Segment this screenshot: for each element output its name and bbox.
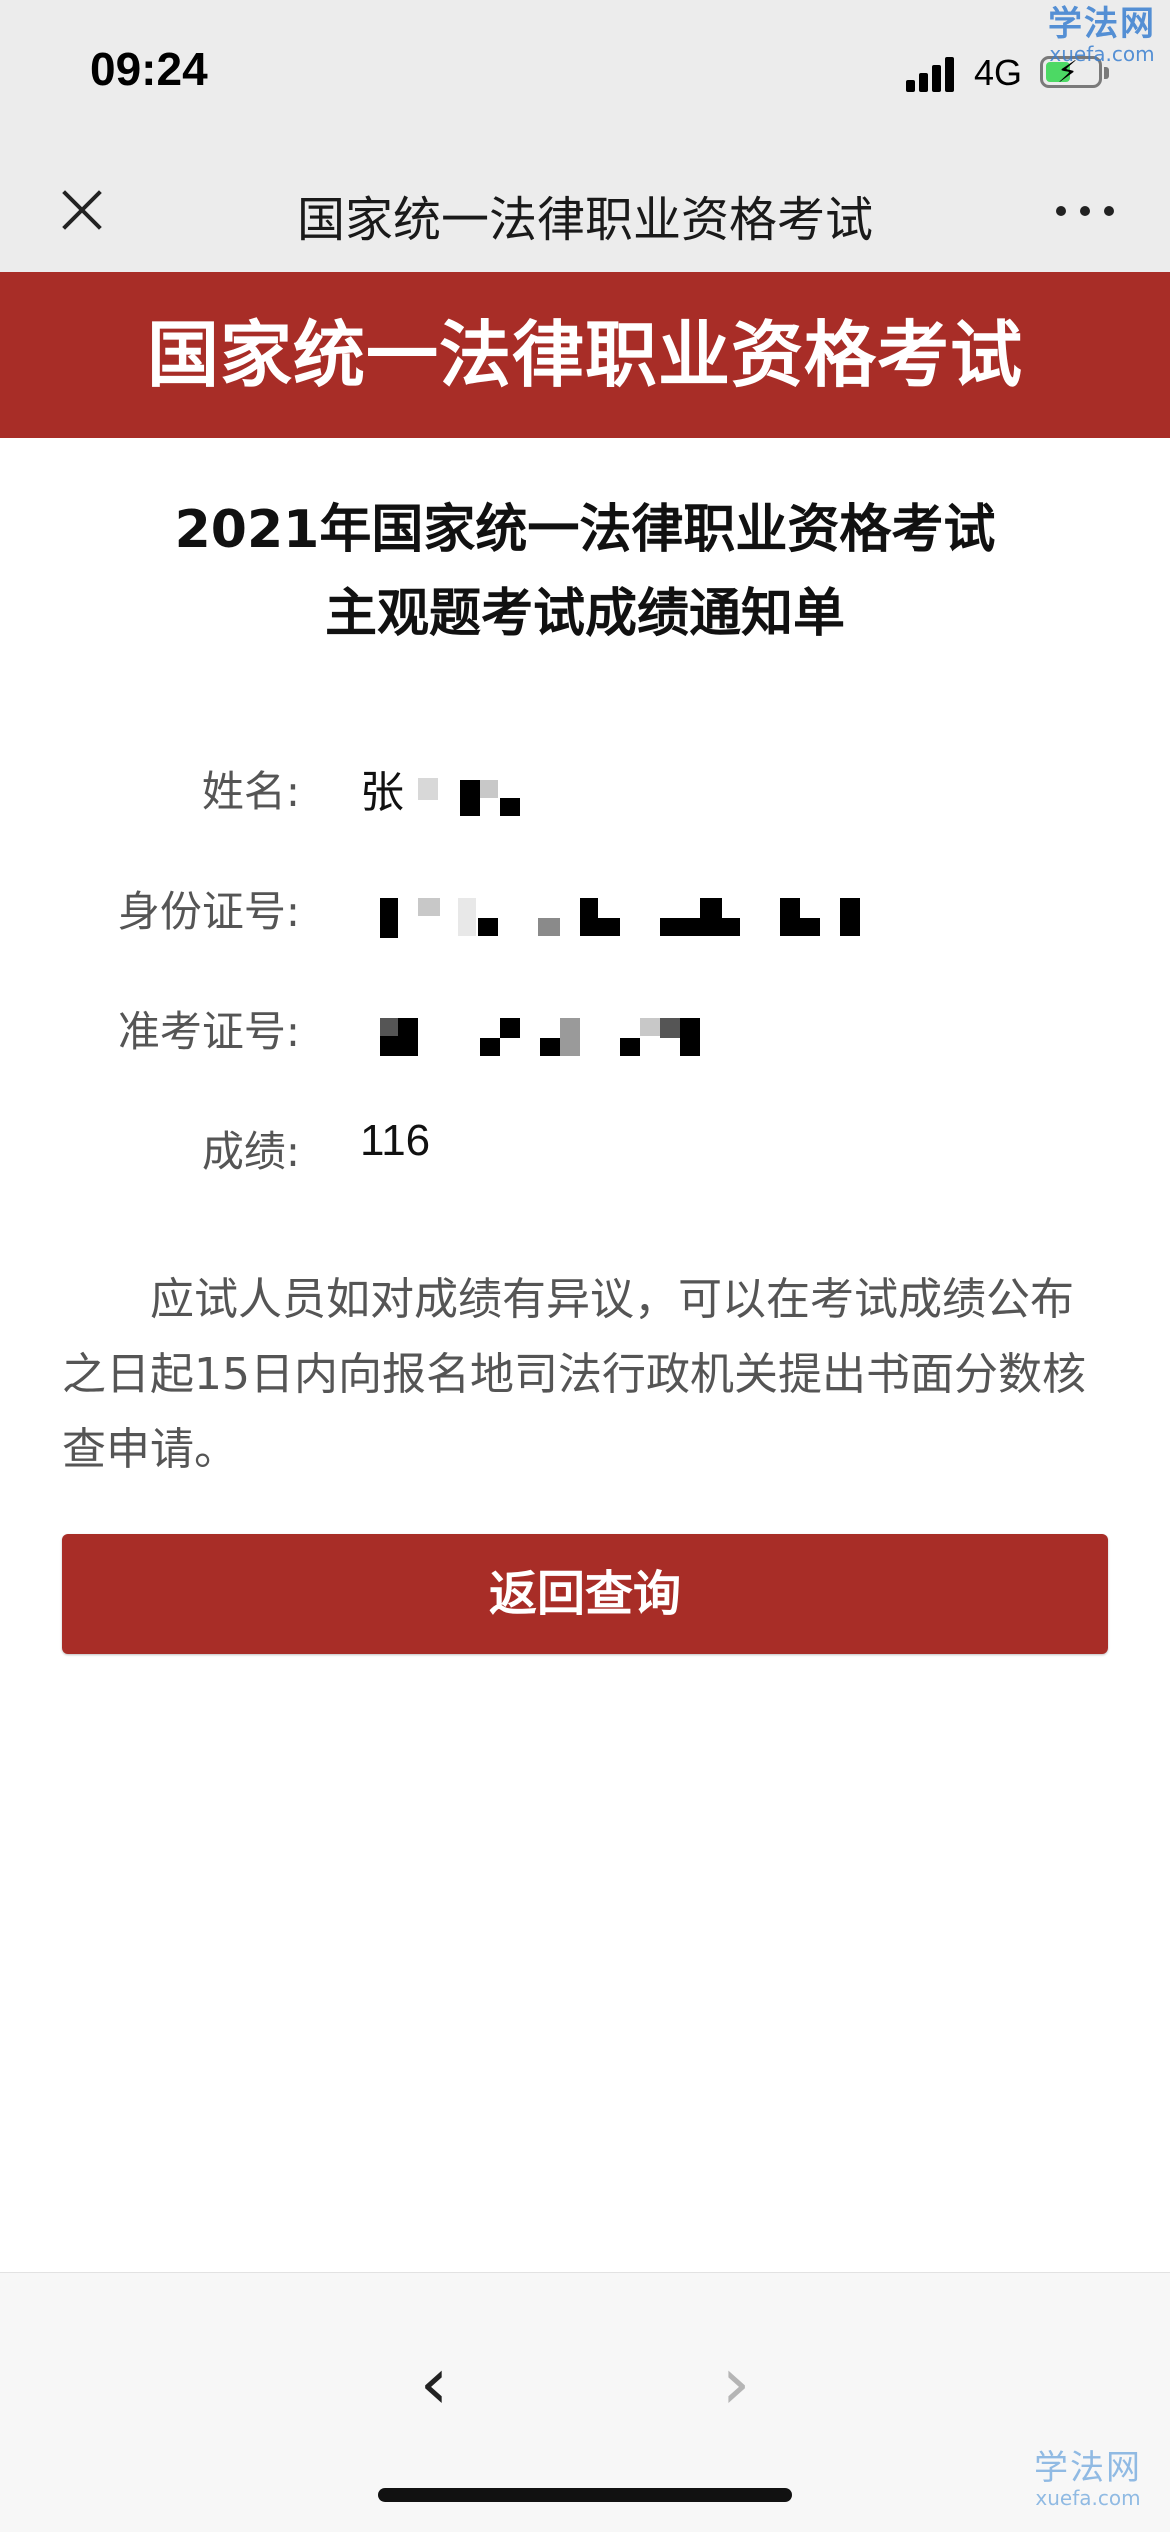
admission-label: 准考证号: xyxy=(117,1007,300,1056)
status-time: 09:24 xyxy=(90,43,208,95)
watermark-en: xuefa.com xyxy=(1049,42,1155,66)
heading-line-2: 主观题考试成绩通知单 xyxy=(324,584,845,644)
watermark-top: 学法网 xuefa.com xyxy=(1048,4,1156,64)
watermark-cn-bottom: 学法网 xyxy=(1034,2448,1142,2488)
banner-title: 国家统一法律职业资格考试 xyxy=(0,272,1170,438)
name-value: 张 xyxy=(360,768,404,817)
signal-icon xyxy=(906,56,958,92)
network-type: 4G xyxy=(974,52,1023,93)
notice-heading: 2021年国家统一法律职业资格考试 主观题考试成绩通知单 xyxy=(60,500,1110,644)
page: 09:24 4G ⚡ 学法网 xuefa.com 国家统一法律职业资格考试 国家… xyxy=(0,0,1170,2532)
name-label: 姓名: xyxy=(201,767,300,816)
watermark-bottom: 学法网 xuefa.com xyxy=(1034,2448,1142,2508)
chevron-right-icon: › xyxy=(721,2341,751,2425)
id-label: 身份证号: xyxy=(117,887,300,936)
heading-line-1: 2021年国家统一法律职业资格考试 xyxy=(174,500,996,560)
return-query-button[interactable]: 返回查询 xyxy=(62,1534,1108,1654)
score-label: 成绩: xyxy=(201,1127,300,1176)
watermark-en-bottom: xuefa.com xyxy=(1035,2486,1141,2510)
home-indicator[interactable] xyxy=(378,2488,792,2502)
more-icon[interactable] xyxy=(1056,200,1116,220)
close-icon[interactable] xyxy=(52,180,112,240)
nav-bar: 国家统一法律职业资格考试 xyxy=(0,150,1170,272)
score-value: 116 xyxy=(360,1116,431,1165)
nav-title: 国家统一法律职业资格考试 xyxy=(296,192,873,248)
chevron-left-icon[interactable]: ‹ xyxy=(404,2347,464,2419)
battery-tip xyxy=(1104,67,1109,79)
watermark-cn: 学法网 xyxy=(1048,4,1156,44)
notice-text: 应试人员如对成绩有异议，可以在考试成绩公布之日起15日内向报名地司法行政机关提出… xyxy=(62,1274,1086,1475)
status-bar: 09:24 4G ⚡ xyxy=(0,0,1170,150)
